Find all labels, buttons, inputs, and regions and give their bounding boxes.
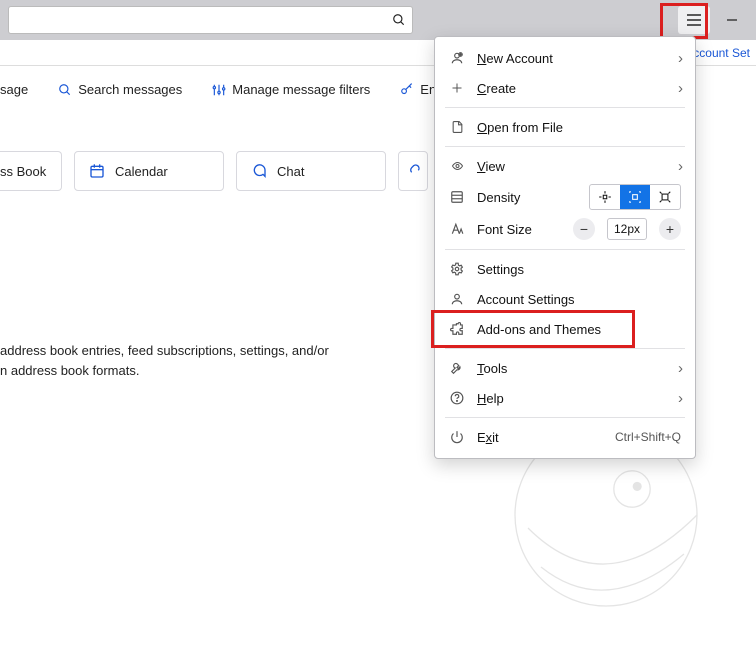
action-manage-filters[interactable]: Manage message filters xyxy=(212,82,370,97)
menu-addons[interactable]: Add-ons and Themes xyxy=(435,314,695,344)
density-default-button[interactable] xyxy=(620,185,650,209)
menu-separator xyxy=(445,107,685,108)
menu-density-label: Density xyxy=(477,190,520,205)
card-address-book-label: ss Book xyxy=(0,164,46,179)
file-icon xyxy=(449,119,465,135)
power-icon xyxy=(449,429,465,445)
card-chat[interactable]: Chat xyxy=(236,151,386,191)
description-line1: address book entries, feed subscriptions… xyxy=(0,341,396,361)
menu-separator xyxy=(445,348,685,349)
menu-separator xyxy=(445,417,685,418)
density-compact-button[interactable] xyxy=(590,185,620,209)
action-filters-label: Manage message filters xyxy=(232,82,370,97)
menu-density: Density xyxy=(435,181,695,213)
highlight-hamburger xyxy=(660,3,708,39)
menu-settings[interactable]: Settings xyxy=(435,254,695,284)
new-account-icon xyxy=(449,50,465,66)
menu-view[interactable]: View xyxy=(435,151,695,181)
search-icon xyxy=(392,13,406,27)
menu-font-size: Font Size − 12px + xyxy=(435,213,695,245)
key-icon xyxy=(400,83,414,97)
action-search-label: Search messages xyxy=(78,82,182,97)
menu-account-settings[interactable]: Account Settings xyxy=(435,284,695,314)
card-address-book[interactable]: ss Book xyxy=(0,151,62,191)
card-chat-label: Chat xyxy=(277,164,304,179)
density-relaxed-button[interactable] xyxy=(650,185,680,209)
menu-tools-label: Tools xyxy=(477,361,681,376)
global-search[interactable] xyxy=(8,6,413,34)
search-icon xyxy=(58,83,72,97)
menu-font-label: Font Size xyxy=(477,222,532,237)
menu-account-settings-label: Account Settings xyxy=(477,292,681,307)
minimize-icon xyxy=(726,14,738,26)
font-size-value: 12px xyxy=(607,218,647,240)
description-line2: n address book formats. xyxy=(0,361,396,381)
card-calendar[interactable]: Calendar xyxy=(74,151,224,191)
card-calendar-label: Calendar xyxy=(115,164,168,179)
card-link[interactable] xyxy=(398,151,428,191)
menu-exit-shortcut: Ctrl+Shift+Q xyxy=(615,430,681,444)
menu-help-label: Help xyxy=(477,391,681,406)
menu-addons-label: Add-ons and Themes xyxy=(477,322,681,337)
font-decrease-button[interactable]: − xyxy=(573,218,595,240)
menu-open-file[interactable]: Open from File xyxy=(435,112,695,142)
menu-open-file-label: Open from File xyxy=(477,120,681,135)
font-increase-button[interactable]: + xyxy=(659,218,681,240)
help-icon xyxy=(449,390,465,406)
plus-icon xyxy=(449,80,465,96)
wrench-icon xyxy=(449,360,465,376)
menu-settings-label: Settings xyxy=(477,262,681,277)
sliders-icon xyxy=(212,83,226,97)
account-icon xyxy=(449,291,465,307)
menu-help[interactable]: Help xyxy=(435,383,695,413)
action-search-messages[interactable]: Search messages xyxy=(58,82,182,97)
density-toggle xyxy=(589,184,681,210)
font-icon xyxy=(449,221,465,237)
chat-icon xyxy=(251,163,267,179)
menu-create-label: Create xyxy=(477,81,681,96)
menu-view-label: View xyxy=(477,159,681,174)
action-message-label: sage xyxy=(0,82,28,97)
link-icon xyxy=(405,163,421,179)
menu-tools[interactable]: Tools xyxy=(435,353,695,383)
menu-new-account[interactable]: New Account xyxy=(435,43,695,73)
titlebar xyxy=(0,0,756,40)
menu-separator xyxy=(445,146,685,147)
menu-new-account-label: New Account xyxy=(477,51,681,66)
window-minimize-button[interactable] xyxy=(716,6,748,34)
menu-exit[interactable]: Exit Ctrl+Shift+Q xyxy=(435,422,695,452)
menu-separator xyxy=(445,249,685,250)
eye-icon xyxy=(449,158,465,174)
app-menu: New Account Create Open from File View D… xyxy=(434,36,696,459)
action-message[interactable]: sage xyxy=(0,82,28,97)
menu-exit-label: Exit xyxy=(477,430,603,445)
gear-icon xyxy=(449,261,465,277)
puzzle-icon xyxy=(449,321,465,337)
global-search-input[interactable] xyxy=(15,13,392,28)
menu-create[interactable]: Create xyxy=(435,73,695,103)
density-icon xyxy=(449,189,465,205)
calendar-icon xyxy=(89,163,105,179)
